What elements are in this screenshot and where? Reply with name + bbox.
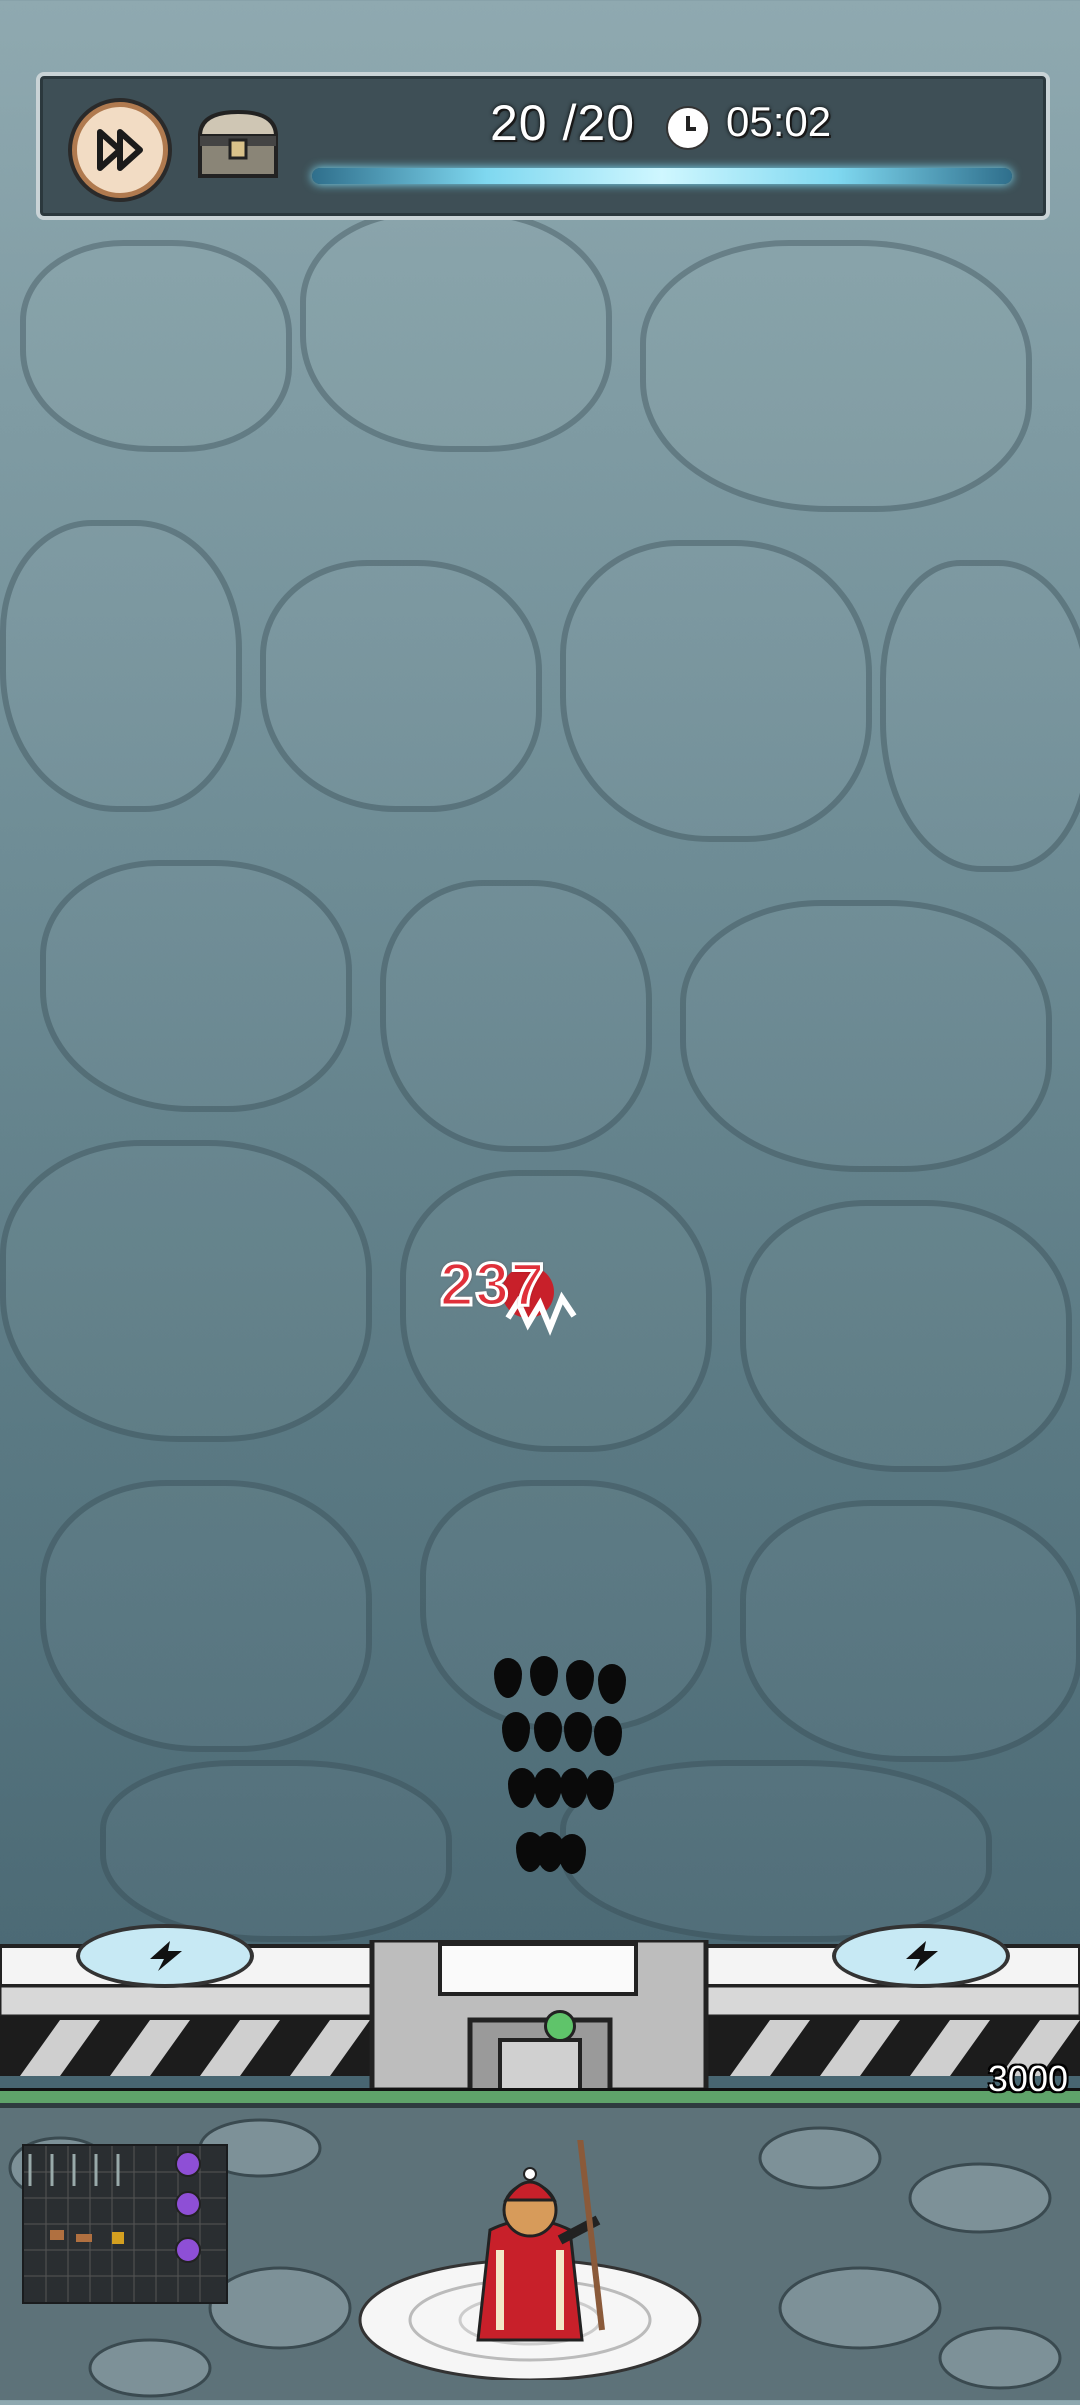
energy-lightning-bar <box>312 168 1012 184</box>
projectile <box>566 1660 594 1700</box>
projectile <box>558 1834 586 1874</box>
wall-hp-value: 3000 <box>987 2058 1068 2099</box>
projectile <box>594 1716 622 1756</box>
projectile <box>530 1656 558 1696</box>
projectile <box>508 1768 536 1808</box>
staff-gem <box>544 2010 576 2042</box>
top-hud-panel: 20 /20 05:02 <box>36 72 1050 220</box>
wave-counter: 20 /20 <box>490 95 636 151</box>
treasure-chest-icon <box>197 109 279 178</box>
defense-wall <box>0 1924 1080 2093</box>
projectile <box>534 1768 562 1808</box>
right-lightning-pad <box>832 1924 1010 1988</box>
damage-number: 237 <box>438 1250 547 1320</box>
projectile <box>494 1658 522 1698</box>
wall-hp-bar-fill <box>0 2091 1080 2103</box>
projectile <box>502 1712 530 1752</box>
left-lightning-pad <box>76 1924 254 1988</box>
projectile <box>598 1664 626 1704</box>
wave-timer: 05:02 <box>726 98 832 145</box>
projectile <box>534 1712 562 1752</box>
inventory-grid[interactable] <box>22 2144 228 2304</box>
fast-forward-icon <box>97 129 143 171</box>
hero-wizard <box>350 2119 710 2382</box>
lightning-icon <box>906 1941 938 1971</box>
lightning-icon <box>150 1941 182 1971</box>
projectile-volley <box>490 1656 640 1886</box>
projectile <box>586 1770 614 1810</box>
clock-icon <box>666 106 710 150</box>
projectile <box>564 1712 592 1752</box>
fast-forward-button[interactable] <box>72 102 168 198</box>
treasure-chest-button[interactable] <box>192 106 284 184</box>
projectile <box>560 1768 588 1808</box>
